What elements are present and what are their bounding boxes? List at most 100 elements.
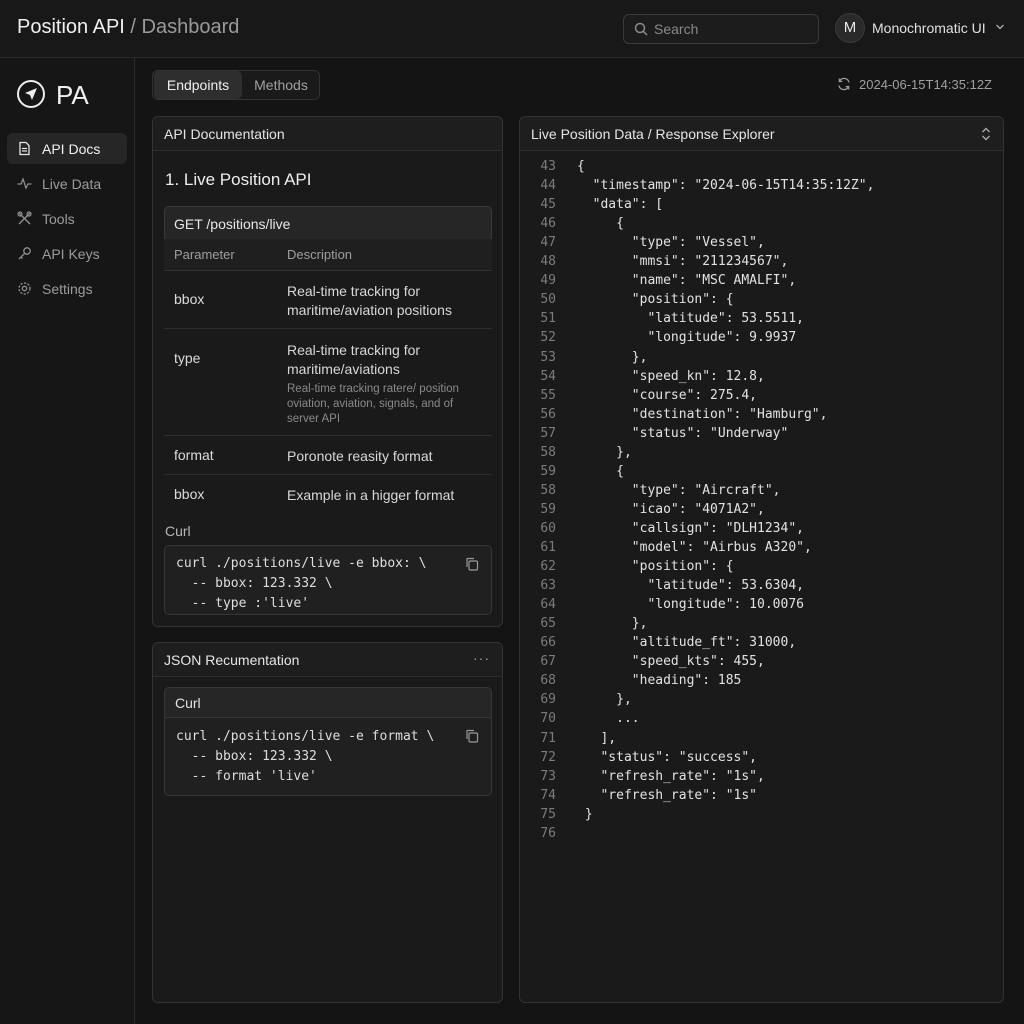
user-name[interactable]: Monochromatic UI	[872, 20, 986, 36]
code-line: }	[577, 806, 593, 822]
sidebar-item-api-keys[interactable]: API Keys	[7, 238, 127, 269]
tab-endpoints[interactable]: Endpoints	[154, 71, 242, 99]
line-number: 52	[540, 330, 556, 346]
line-number: 54	[540, 368, 556, 384]
search-input[interactable]	[654, 15, 814, 43]
tab-bar: Endpoints Methods	[152, 70, 320, 100]
table-row: type Real-time tracking for maritime/avi…	[164, 329, 492, 436]
code-line: "timestamp": "2024-06-15T14:35:12Z",	[577, 178, 875, 194]
line-number: 71	[540, 730, 556, 746]
logo[interactable]: PA	[16, 78, 126, 112]
line-number: 44	[540, 178, 556, 194]
curl-code-block[interactable]: curl ./positions/live -e bbox: \ -- bbox…	[164, 545, 492, 615]
response-explorer-panel: Live Position Data / Response Explorer 4…	[519, 116, 1004, 1003]
curl-label: Curl	[165, 523, 191, 539]
json-code-view[interactable]: 43 {44 "timestamp": "2024-06-15T14:35:12Z…	[520, 152, 1003, 1002]
endpoint-label: GET /positions/live	[174, 216, 291, 232]
code-line: },	[577, 349, 648, 365]
refresh-icon[interactable]	[837, 77, 851, 91]
code-line: },	[577, 692, 632, 708]
sidebar-item-settings[interactable]: Settings	[7, 273, 127, 304]
line-number: 73	[540, 768, 556, 784]
code-line: },	[577, 616, 648, 632]
logo-text: PA	[56, 80, 89, 110]
code-block-header: Curl	[165, 688, 491, 718]
sidebar-item-tools[interactable]: Tools	[7, 203, 127, 234]
search-icon	[634, 22, 648, 36]
line-number: 50	[540, 292, 556, 308]
code-line: "position": {	[577, 292, 734, 308]
code-line: "mmsi": "211234567",	[577, 254, 789, 270]
column-header-parameter: Parameter	[174, 247, 235, 262]
api-documentation-panel: API Documentation 1. Live Position API G…	[152, 116, 503, 627]
code-line: ],	[577, 730, 617, 746]
line-number: 59	[540, 463, 556, 479]
sidebar: PA API Docs Live Data Tools API Keys Set…	[0, 58, 135, 1024]
section-title: 1. Live Position API	[165, 170, 312, 189]
expand-collapse-icon[interactable]	[981, 126, 991, 142]
code-line: "icao": "4071A2",	[577, 501, 765, 517]
line-number: 76	[540, 825, 556, 841]
line-number: 63	[540, 578, 556, 594]
code-line: {	[577, 159, 585, 174]
table-row: bbox Real-time tracking for maritime/avi…	[164, 271, 492, 329]
code-line: "speed_kts": 455,	[577, 654, 765, 670]
line-number: 58	[540, 482, 556, 498]
user-menu[interactable]: M Monochromatic UI	[835, 13, 1015, 45]
code-line: curl ./positions/live -e bbox: \	[176, 556, 427, 571]
code-line: "longitude": 9.9937	[577, 330, 797, 346]
copy-icon[interactable]	[465, 729, 479, 743]
line-number: 46	[540, 216, 556, 232]
code-line: "altitude_ft": 31000,	[577, 635, 797, 651]
code-line: "type": "Aircraft",	[577, 482, 781, 498]
line-number: 68	[540, 673, 556, 689]
avatar[interactable]: M	[835, 13, 865, 43]
param-description: Real-time tracking for maritime/aviation…	[287, 342, 421, 377]
code-line: "longitude": 10.0076	[577, 597, 804, 613]
panel-header: API Documentation	[153, 117, 502, 151]
sidebar-item-live-data[interactable]: Live Data	[7, 168, 127, 199]
line-number: 75	[540, 806, 556, 822]
param-description: Example in a higger format	[287, 487, 455, 503]
code-line: "type": "Vessel",	[577, 235, 765, 251]
code-line: "status": "Underway"	[577, 425, 789, 441]
more-options-icon[interactable]: ···	[473, 650, 490, 666]
copy-icon[interactable]	[465, 557, 479, 571]
code-line: },	[577, 444, 632, 460]
table-header: Parameter Description	[164, 239, 492, 271]
param-name: type	[174, 350, 201, 366]
line-number: 45	[540, 197, 556, 213]
line-number: 62	[540, 559, 556, 575]
breadcrumb-separator: /	[130, 16, 136, 38]
last-updated-timestamp: 2024-06-15T14:35:12Z	[859, 77, 992, 92]
search-box[interactable]	[623, 14, 819, 44]
param-name: bbox	[174, 486, 205, 502]
chevron-down-icon[interactable]	[995, 22, 1005, 32]
app-name: Position API	[17, 16, 125, 38]
table-row: bbox Example in a higger format	[164, 475, 492, 514]
line-number: 57	[540, 425, 556, 441]
code-line: "heading": 185	[577, 673, 742, 689]
code-line: curl ./positions/live -e format \	[176, 729, 435, 744]
tab-methods[interactable]: Methods	[243, 71, 319, 99]
code-line: -- bbox: 123.332 \	[176, 749, 333, 764]
param-name: bbox	[174, 291, 205, 307]
panel-header: JSON Recumentation ···	[153, 643, 502, 677]
sidebar-item-api-docs[interactable]: API Docs	[7, 133, 127, 164]
panel-header: Live Position Data / Response Explorer	[520, 117, 1003, 151]
code-line: "position": {	[577, 559, 734, 575]
pulse-icon	[17, 177, 32, 190]
endpoint-header[interactable]: GET /positions/live	[164, 206, 492, 240]
sidebar-item-label: Settings	[42, 281, 93, 297]
code-line: "status": "success",	[577, 749, 758, 765]
line-number: 69	[540, 692, 556, 708]
curl-code-block[interactable]: Curl curl ./positions/live -e format \ -…	[164, 687, 492, 796]
line-number: 67	[540, 654, 556, 670]
line-number: 47	[540, 235, 556, 251]
key-icon	[18, 247, 31, 260]
line-number: 59	[540, 501, 556, 517]
line-number: 60	[540, 520, 556, 536]
code-line: "refresh_rate": "1s",	[577, 768, 765, 784]
breadcrumb-page[interactable]: Dashboard	[142, 16, 240, 38]
code-line: "speed_kn": 12.8,	[577, 368, 765, 384]
